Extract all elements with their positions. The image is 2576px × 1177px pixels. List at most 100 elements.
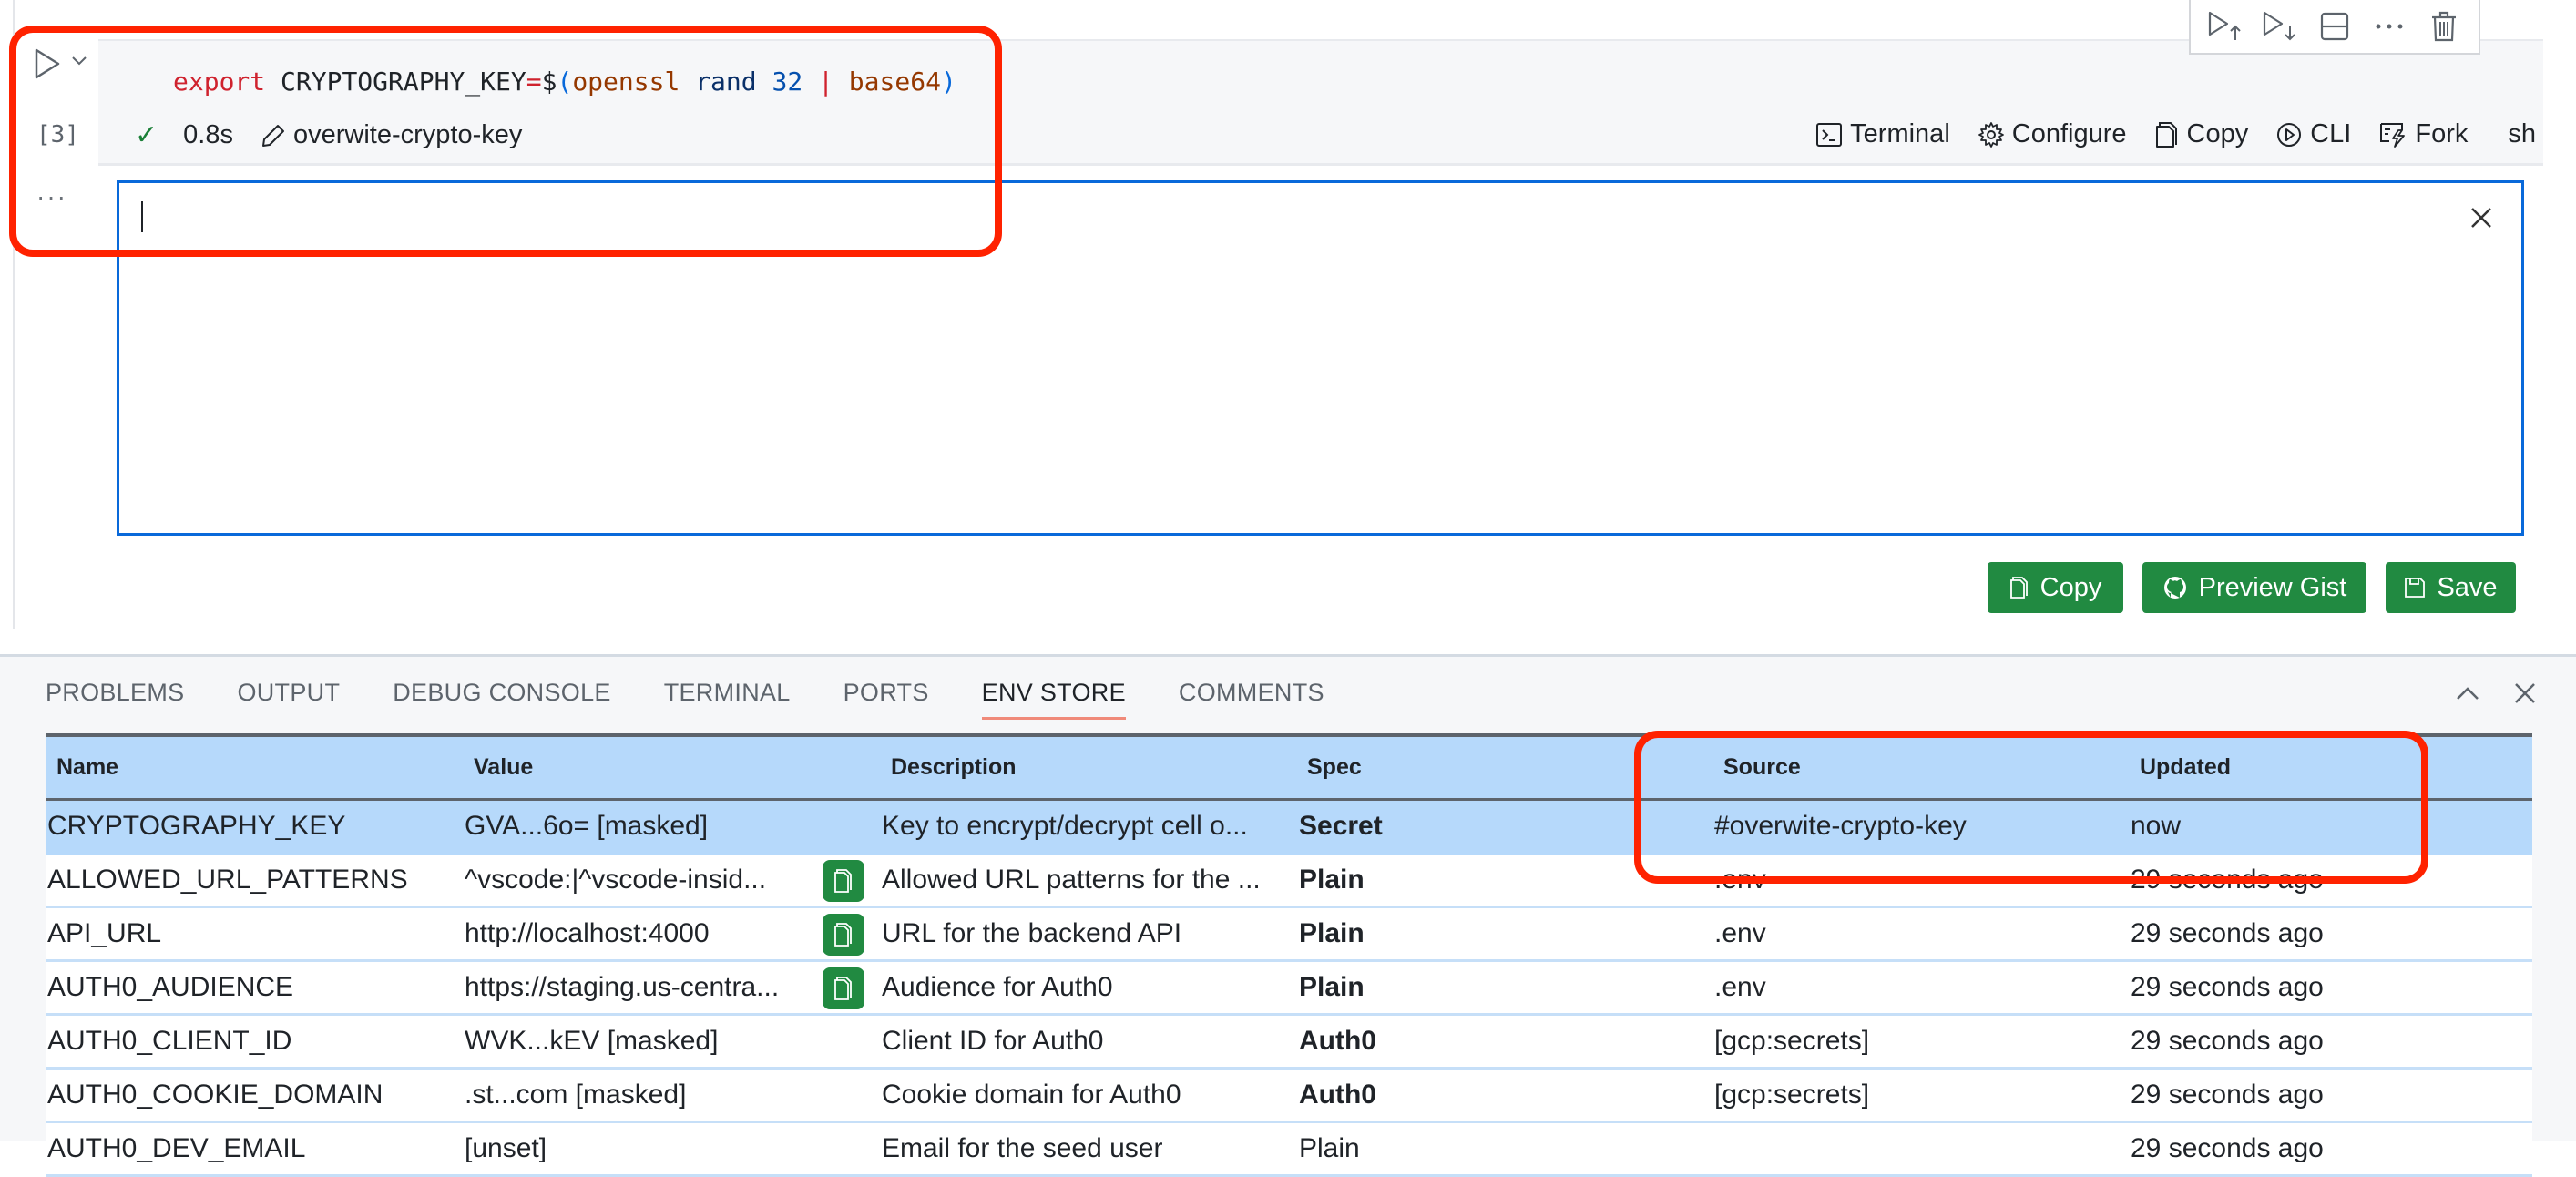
- table-row[interactable]: CRYPTOGRAPHY_KEY GVA...6o= [masked] Key to…: [46, 801, 2532, 855]
- tab-problems[interactable]: PROBLEMS: [46, 679, 184, 707]
- cell-name: AUTH0_DEV_EMAIL: [47, 1133, 306, 1163]
- cell-name: AUTH0_CLIENT_ID: [47, 1026, 292, 1056]
- play-icon: [35, 48, 60, 79]
- copy-icon: [834, 869, 852, 893]
- run-cell-button[interactable]: [31, 47, 64, 80]
- copy-button[interactable]: Copy: [2154, 119, 2249, 149]
- cli-label: CLI: [2310, 119, 2352, 148]
- column-header-updated[interactable]: Updated: [2140, 737, 2231, 798]
- delete-cell-button[interactable]: [2424, 6, 2464, 46]
- preview-gist-button[interactable]: Preview Gist: [2142, 562, 2366, 613]
- column-header-spec[interactable]: Spec: [1307, 737, 1362, 798]
- check-icon: ✓: [135, 120, 158, 150]
- tab-debug-console[interactable]: DEBUG CONSOLE: [393, 679, 610, 707]
- column-header-name[interactable]: Name: [56, 737, 118, 798]
- table-row[interactable]: AUTH0_DEV_EMAIL [unset] Email for the seed…: [46, 1123, 2532, 1177]
- code-number: 32: [772, 67, 803, 97]
- run-above-button[interactable]: [2205, 6, 2245, 46]
- close-input-button[interactable]: [2465, 201, 2498, 234]
- cell-name: API_URL: [47, 918, 162, 948]
- cell-description: Audience for Auth0: [882, 972, 1113, 1002]
- column-header-value[interactable]: Value: [474, 737, 533, 798]
- execution-count: [3]: [36, 121, 79, 148]
- cell-updated: 29 seconds ago: [2131, 972, 2324, 1002]
- copy-value-button[interactable]: [823, 860, 864, 902]
- terminal-button[interactable]: Terminal: [1815, 119, 1950, 149]
- maximize-panel-button[interactable]: [2451, 677, 2484, 710]
- column-header-source[interactable]: Source: [1723, 737, 1801, 798]
- split-cell-button[interactable]: [2315, 6, 2355, 46]
- language-text: sh: [2508, 119, 2536, 148]
- code-keyword: export: [173, 67, 266, 97]
- cell-updated: 29 seconds ago: [2131, 1080, 2324, 1110]
- cell-description: Key to encrypt/decrypt cell o...: [882, 811, 1248, 841]
- cli-button[interactable]: CLI: [2275, 119, 2351, 149]
- tab-ports[interactable]: PORTS: [843, 679, 929, 707]
- copy-value-button[interactable]: [823, 914, 864, 956]
- cell-description: Allowed URL patterns for the ...: [882, 865, 1261, 895]
- table-row[interactable]: AUTH0_COOKIE_DOMAIN .st...com [masked] Coo…: [46, 1070, 2532, 1123]
- play-circle-icon: [2277, 122, 2302, 147]
- fork-icon: [2380, 122, 2406, 148]
- table-body: CRYPTOGRAPHY_KEY GVA...6o= [masked] Key to…: [46, 801, 2532, 1177]
- close-panel-button[interactable]: [2509, 677, 2541, 710]
- cell-spec: Auth0: [1299, 1026, 1376, 1056]
- tab-output[interactable]: OUTPUT: [237, 679, 340, 707]
- copy-icon: [2009, 577, 2028, 599]
- copy-icon: [2155, 121, 2177, 148]
- code-pipe: |: [818, 67, 833, 97]
- code-cell[interactable]: export CRYPTOGRAPHY_KEY=$(openssl rand 3…: [98, 39, 2543, 166]
- table-row[interactable]: AUTH0_AUDIENCE https://staging.us-centra.…: [46, 962, 2532, 1016]
- table-row[interactable]: API_URL http://localhost:4000 URL for the …: [46, 908, 2532, 962]
- ellipsis-icon: [2376, 24, 2403, 29]
- pencil-icon[interactable]: [261, 123, 286, 148]
- code-dollar: $: [541, 67, 557, 97]
- run-below-button[interactable]: [2260, 6, 2300, 46]
- copy-value-button[interactable]: [823, 967, 864, 1009]
- cell-name: AUTH0_COOKIE_DOMAIN: [47, 1080, 383, 1110]
- code-variable: CRYPTOGRAPHY_KEY: [281, 67, 526, 97]
- tab-terminal[interactable]: TERMINAL: [664, 679, 791, 707]
- save-button[interactable]: Save: [2386, 562, 2516, 613]
- cell-updated: now: [2131, 811, 2182, 841]
- cell-value: https://staging.us-centra...: [465, 972, 780, 1002]
- code-command: openssl: [572, 67, 680, 97]
- tab-env-store[interactable]: ENV STORE: [981, 679, 1127, 720]
- cell-source: #overwite-crypto-key: [1714, 811, 1967, 841]
- column-header-description[interactable]: Description: [891, 737, 1017, 798]
- tab-comments[interactable]: COMMENTS: [1179, 679, 1324, 707]
- table-row[interactable]: ALLOWED_URL_PATTERNS ^vscode:|^vscode-ins…: [46, 855, 2532, 908]
- run-options-dropdown[interactable]: [69, 51, 89, 71]
- cell-value: http://localhost:4000: [465, 918, 710, 948]
- code-arg: rand: [695, 67, 757, 97]
- language-label[interactable]: sh: [2508, 119, 2536, 149]
- cell-description: Cookie domain for Auth0: [882, 1080, 1181, 1110]
- gear-icon: [1978, 121, 2004, 148]
- code-line[interactable]: export CRYPTOGRAPHY_KEY=$(openssl rand 3…: [173, 67, 956, 97]
- copy-label: Copy: [2186, 119, 2249, 148]
- close-icon: [2515, 683, 2535, 703]
- output-more-actions[interactable]: ···: [36, 182, 67, 211]
- more-actions-button[interactable]: [2369, 6, 2409, 46]
- cell-status-row: ✓ 0.8s overwite-crypto-key: [135, 119, 522, 151]
- cell-spec: Plain: [1299, 865, 1365, 895]
- configure-button[interactable]: Configure: [1978, 119, 2127, 149]
- code-assign: =: [526, 67, 542, 97]
- cell-description: URL for the backend API: [882, 918, 1182, 948]
- save-icon: [2405, 578, 2426, 598]
- code-paren: (: [557, 67, 573, 97]
- table-header: Name Value Description Spec Source Updat…: [46, 733, 2532, 801]
- chevron-down-icon: [72, 56, 87, 66]
- cell-updated: 29 seconds ago: [2131, 865, 2324, 895]
- fork-label: Fork: [2415, 119, 2469, 148]
- cell-name[interactable]: overwite-crypto-key: [293, 120, 522, 150]
- table-row[interactable]: AUTH0_CLIENT_ID WVK...kEV [masked] Client …: [46, 1016, 2532, 1070]
- cell-spec: Auth0: [1299, 1080, 1376, 1110]
- cell-input-editor[interactable]: [117, 180, 2524, 536]
- cell-source: [gcp:secrets]: [1714, 1080, 1870, 1110]
- text-caret: [141, 201, 143, 232]
- cell-name: CRYPTOGRAPHY_KEY: [47, 811, 346, 841]
- close-icon: [2471, 208, 2491, 228]
- fork-button[interactable]: Fork: [2378, 119, 2468, 149]
- copy-output-button[interactable]: Copy: [1988, 562, 2123, 613]
